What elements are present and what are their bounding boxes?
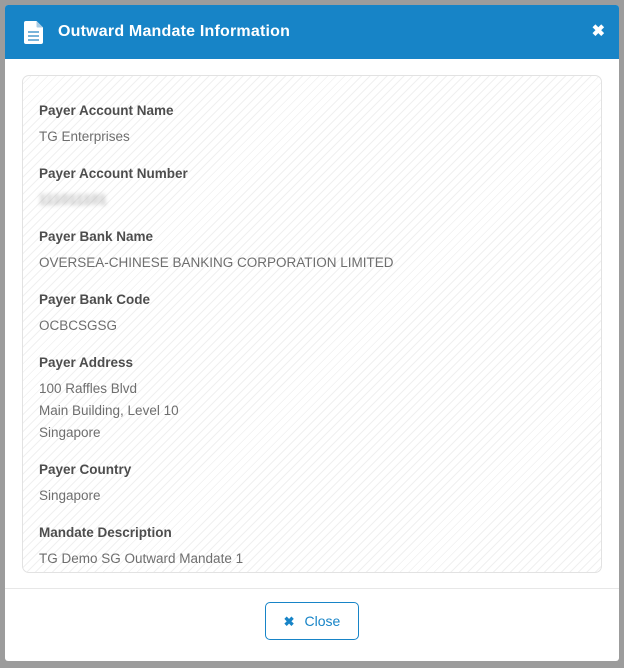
modal-footer: ✖ Close bbox=[5, 588, 619, 640]
field-value: TG Enterprises bbox=[39, 126, 585, 148]
field-value: Singapore bbox=[39, 485, 585, 507]
field-payer-account-number: Payer Account Number 111011101 bbox=[39, 165, 585, 211]
modal-body: Payer Account Name TG Enterprises Payer … bbox=[5, 59, 619, 661]
field-value: Singapore bbox=[39, 422, 585, 444]
field-label: Payer Account Number bbox=[39, 165, 585, 182]
field-value: TG Demo SG Outward Mandate 1 bbox=[39, 548, 585, 570]
modal-header: Outward Mandate Information ✖ bbox=[5, 5, 619, 59]
close-icon[interactable]: ✖ bbox=[592, 24, 605, 40]
field-value: 100 Raffles Blvd bbox=[39, 378, 585, 400]
field-payer-bank-code: Payer Bank Code OCBCSGSG bbox=[39, 291, 585, 337]
field-label: Mandate Description bbox=[39, 524, 585, 541]
field-value: OVERSEA-CHINESE BANKING CORPORATION LIMI… bbox=[39, 252, 585, 274]
close-icon: ✖ bbox=[284, 615, 295, 628]
close-button-label: Close bbox=[305, 613, 341, 629]
field-label: Payer Account Name bbox=[39, 102, 585, 119]
document-icon bbox=[24, 21, 43, 44]
outward-mandate-modal: Outward Mandate Information ✖ Payer Acco… bbox=[5, 5, 619, 661]
field-payer-account-name: Payer Account Name TG Enterprises bbox=[39, 102, 585, 148]
field-value-masked: 111011101 bbox=[39, 189, 585, 211]
modal-title: Outward Mandate Information bbox=[58, 23, 290, 41]
field-label: Payer Address bbox=[39, 354, 585, 371]
modal-frame: Outward Mandate Information ✖ Payer Acco… bbox=[0, 0, 624, 668]
field-payer-bank-name: Payer Bank Name OVERSEA-CHINESE BANKING … bbox=[39, 228, 585, 274]
field-label: Payer Bank Code bbox=[39, 291, 585, 308]
field-payer-country: Payer Country Singapore bbox=[39, 461, 585, 507]
close-button[interactable]: ✖ Close bbox=[265, 602, 360, 640]
field-value: Main Building, Level 10 bbox=[39, 400, 585, 422]
field-mandate-description: Mandate Description TG Demo SG Outward M… bbox=[39, 524, 585, 570]
field-label: Payer Bank Name bbox=[39, 228, 585, 245]
field-payer-address: Payer Address 100 Raffles Blvd Main Buil… bbox=[39, 354, 585, 444]
field-value: OCBCSGSG bbox=[39, 315, 585, 337]
field-label: Payer Country bbox=[39, 461, 585, 478]
mandate-info-panel: Payer Account Name TG Enterprises Payer … bbox=[22, 75, 602, 573]
